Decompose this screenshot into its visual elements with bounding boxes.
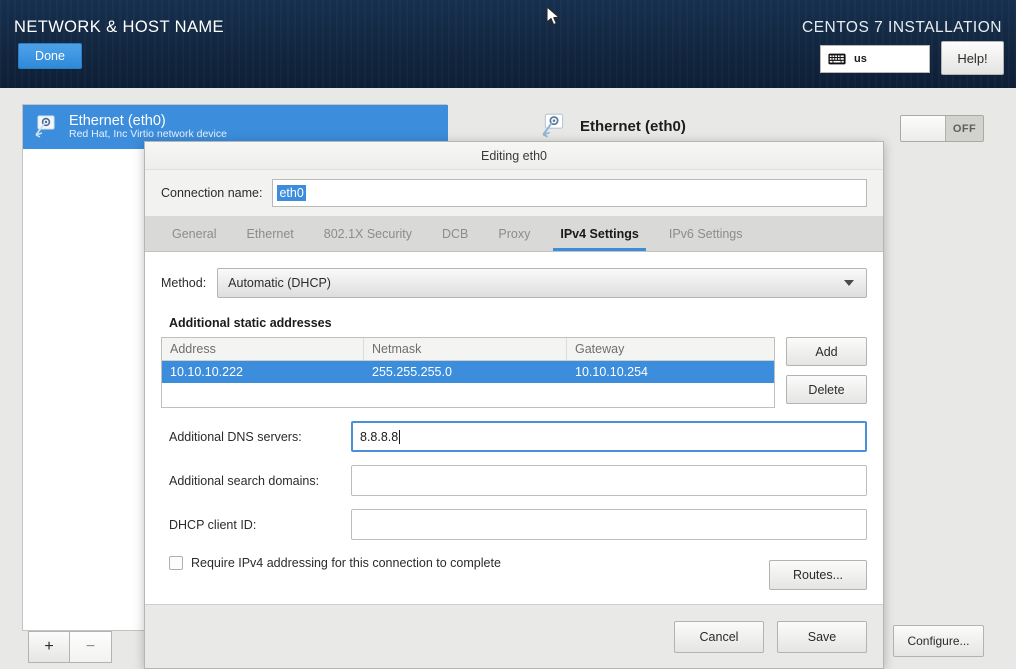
table-row[interactable]: 10.10.10.222 255.255.255.0 10.10.10.254 (162, 361, 774, 383)
require-ipv4-row[interactable]: Require IPv4 addressing for this connect… (161, 556, 867, 570)
column-header-address: Address (162, 338, 364, 360)
static-addresses-zone: Address Netmask Gateway 10.10.10.222 255… (161, 337, 867, 408)
cancel-button[interactable]: Cancel (674, 620, 764, 653)
tab-ipv4-settings[interactable]: IPv4 Settings (545, 216, 654, 251)
save-button[interactable]: Save (777, 620, 867, 653)
installation-label: CENTOS 7 INSTALLATION (802, 19, 1002, 36)
configure-button[interactable]: Configure... (893, 625, 984, 657)
delete-address-button[interactable]: Delete (786, 375, 867, 404)
edit-connection-dialog: Editing eth0 Connection name: eth0 Gener… (144, 141, 884, 669)
search-domains-label: Additional search domains: (169, 473, 320, 488)
table-header-row: Address Netmask Gateway (162, 338, 774, 361)
cell-gateway: 10.10.10.254 (575, 365, 648, 379)
text-caret (399, 429, 401, 444)
tab-general[interactable]: General (157, 216, 231, 251)
dns-servers-input[interactable]: 8.8.8.8 (351, 421, 867, 452)
tab-8021x-security[interactable]: 802.1X Security (309, 216, 427, 251)
static-addresses-heading: Additional static addresses (169, 316, 332, 330)
remove-device-button[interactable]: − (70, 631, 112, 663)
done-button[interactable]: Done (18, 43, 82, 69)
column-header-netmask: Netmask (364, 338, 567, 360)
add-device-button[interactable]: + (28, 631, 70, 663)
dhcp-client-id-input[interactable] (351, 509, 867, 540)
require-ipv4-checkbox[interactable] (169, 556, 183, 570)
wired-network-icon (33, 114, 59, 140)
dhcp-client-id-row: DHCP client ID: (161, 509, 867, 540)
method-label: Method: (161, 276, 207, 290)
tab-ethernet[interactable]: Ethernet (231, 216, 308, 251)
dialog-title: Editing eth0 (145, 142, 883, 170)
ipv4-settings-panel: Method: Automatic (DHCP) Additional stat… (145, 252, 883, 604)
tab-ipv6-settings[interactable]: IPv6 Settings (654, 216, 758, 251)
device-name: Ethernet (eth0) (69, 113, 166, 129)
device-panel-header: Ethernet (eth0) (540, 112, 686, 140)
settings-tabs: General Ethernet 802.1X Security DCB Pro… (145, 216, 883, 252)
tab-dcb[interactable]: DCB (427, 216, 483, 251)
wired-network-icon (540, 112, 568, 140)
table-actions: Add Delete (786, 337, 867, 404)
device-enable-toggle[interactable]: OFF (900, 115, 984, 142)
chevron-down-icon (844, 280, 854, 286)
dialog-footer: Cancel Save (145, 604, 883, 668)
device-description: Red Hat, Inc Virtio network device (69, 128, 227, 141)
toggle-knob (901, 116, 946, 141)
search-domains-row: Additional search domains: (161, 465, 867, 496)
method-select[interactable]: Automatic (DHCP) (217, 268, 867, 298)
connection-name-row: Connection name: eth0 (145, 170, 883, 216)
dns-servers-label: Additional DNS servers: (169, 429, 302, 444)
table-empty-row[interactable] (162, 383, 774, 407)
keyboard-layout-indicator[interactable]: us (820, 45, 930, 73)
keyboard-icon (828, 53, 846, 65)
cell-address: 10.10.10.222 (170, 365, 243, 379)
device-panel-title: Ethernet (eth0) (580, 117, 686, 135)
page-title: NETWORK & HOST NAME (14, 18, 224, 36)
connection-name-value: eth0 (277, 185, 306, 201)
cell-netmask: 255.255.255.0 (372, 365, 452, 379)
help-button[interactable]: Help! (941, 41, 1004, 75)
connection-name-input[interactable]: eth0 (272, 179, 867, 207)
installer-screen: NETWORK & HOST NAME Done CENTOS 7 INSTAL… (0, 0, 1016, 669)
require-ipv4-label: Require IPv4 addressing for this connect… (191, 556, 501, 570)
connection-name-label: Connection name: (161, 186, 263, 200)
tab-proxy[interactable]: Proxy (483, 216, 545, 251)
dns-servers-row: Additional DNS servers: 8.8.8.8 (161, 421, 867, 452)
routes-button[interactable]: Routes... (769, 560, 867, 590)
method-value: Automatic (DHCP) (228, 276, 331, 290)
dns-servers-value: 8.8.8.8 (360, 429, 399, 444)
column-header-gateway: Gateway (575, 342, 625, 356)
banner-texture (0, 0, 1016, 88)
search-domains-input[interactable] (351, 465, 867, 496)
installer-banner: NETWORK & HOST NAME Done CENTOS 7 INSTAL… (0, 0, 1016, 88)
toggle-state-label: OFF (952, 122, 977, 135)
device-add-remove-group: + − (28, 631, 112, 663)
static-addresses-table: Address Netmask Gateway 10.10.10.222 255… (161, 337, 775, 408)
keyboard-layout-label: us (854, 53, 867, 65)
method-row: Method: Automatic (DHCP) (161, 268, 867, 298)
dhcp-client-id-label: DHCP client ID: (169, 517, 257, 532)
add-address-button[interactable]: Add (786, 337, 867, 366)
